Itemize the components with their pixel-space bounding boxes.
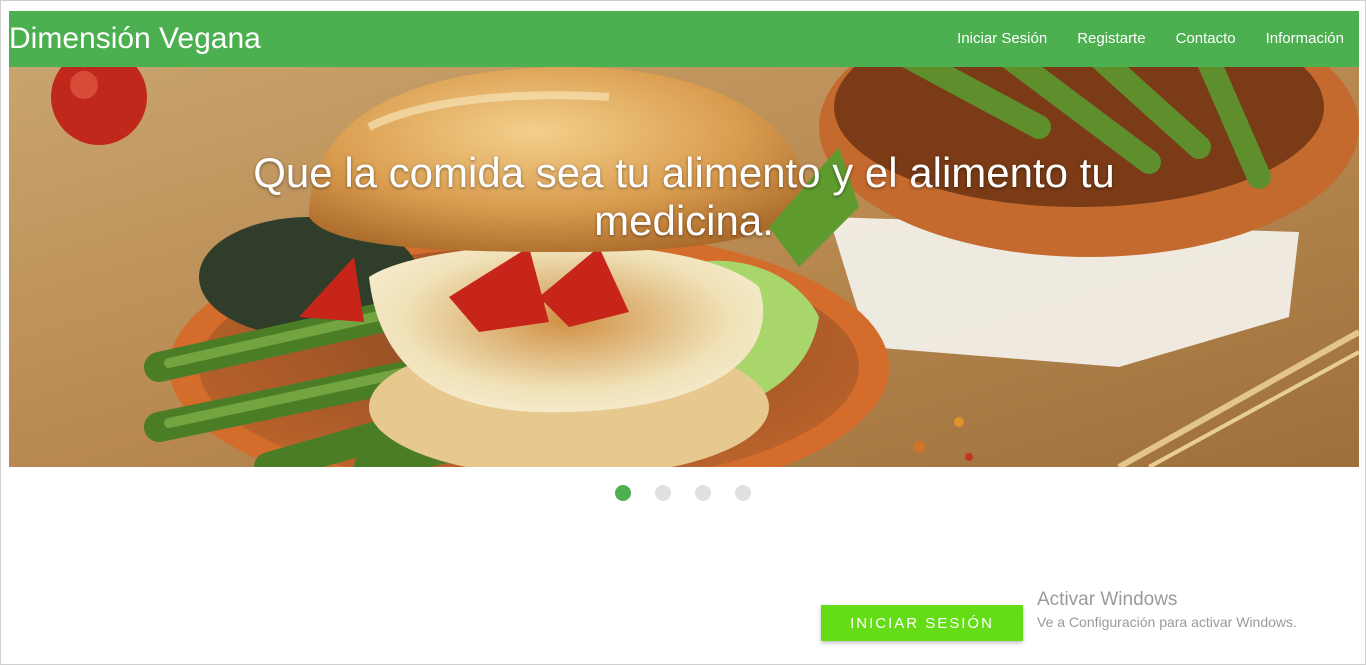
- browser-viewport: Dimensión Vegana Iniciar Sesión Registar…: [0, 0, 1366, 665]
- carousel-indicator-1[interactable]: [615, 485, 631, 501]
- nav-links: Iniciar Sesión Registarte Contacto Infor…: [942, 11, 1359, 67]
- nav-item-informacion[interactable]: Información: [1251, 11, 1359, 67]
- carousel-slide-image[interactable]: Que la comida sea tu alimento y el alime…: [9, 67, 1359, 467]
- carousel-indicator-3[interactable]: [695, 485, 711, 501]
- nav-item-registrarte[interactable]: Registarte: [1062, 11, 1160, 67]
- top-navbar: Dimensión Vegana Iniciar Sesión Registar…: [9, 11, 1359, 67]
- carousel-caption: Que la comida sea tu alimento y el alime…: [253, 149, 1115, 244]
- nav-item-contacto[interactable]: Contacto: [1161, 11, 1251, 67]
- iniciar-sesion-button[interactable]: INICIAR SESIÓN: [821, 605, 1023, 641]
- watermark-title: Activar Windows: [1037, 589, 1178, 610]
- carousel-indicator-4[interactable]: [735, 485, 751, 501]
- carousel-indicator-2[interactable]: [655, 485, 671, 501]
- food-photo-illustration: [9, 67, 1359, 467]
- windows-activation-watermark: Activar Windows Ve a Configuración para …: [1037, 589, 1297, 632]
- brand-logo-text[interactable]: Dimensión Vegana: [9, 11, 261, 67]
- carousel-indicators: [1, 485, 1366, 501]
- nav-item-iniciar-sesion[interactable]: Iniciar Sesión: [942, 11, 1062, 67]
- watermark-subtitle: Ve a Configuración para activar Windows.: [1037, 614, 1297, 630]
